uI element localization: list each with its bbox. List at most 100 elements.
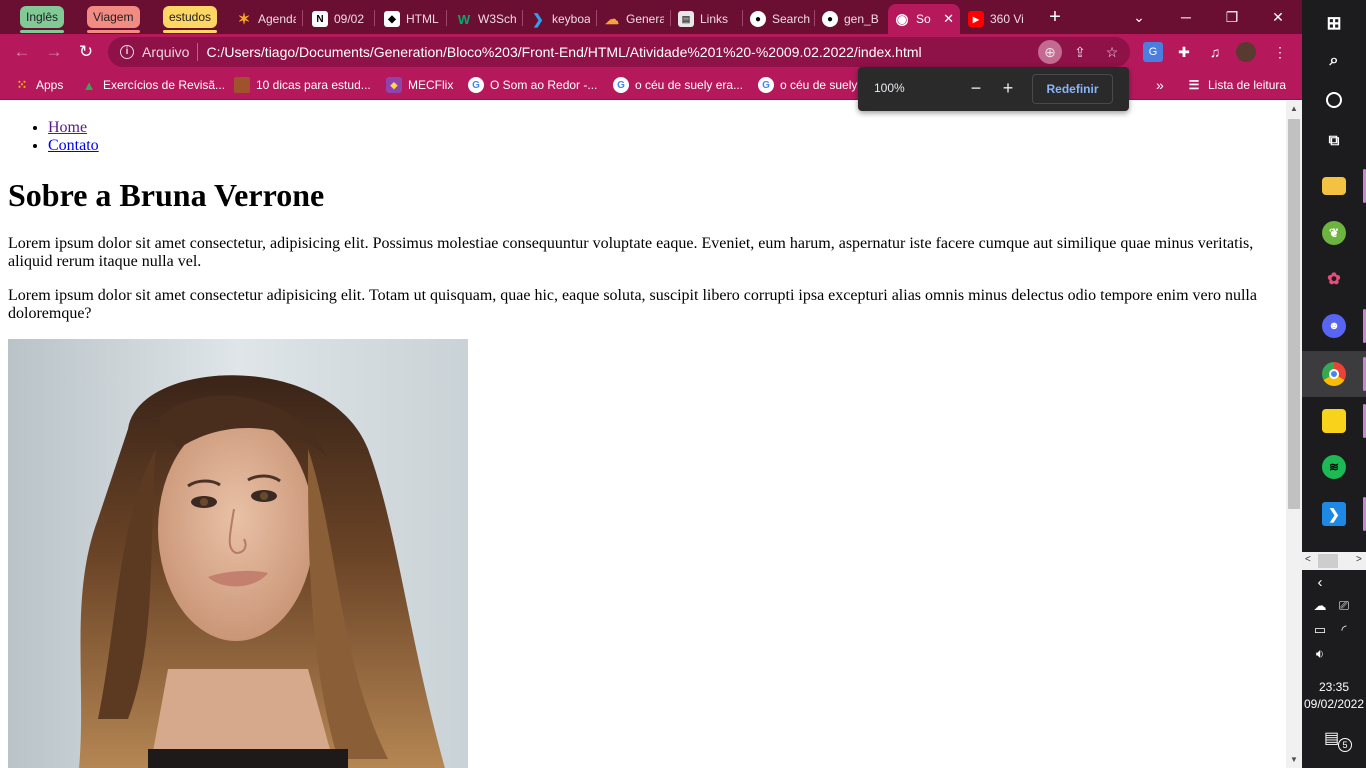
battery-icon[interactable]: ▭ [1310,622,1330,640]
taskbar-database-app[interactable]: ✿ [1302,256,1366,302]
tab-links[interactable]: ▤ Links [672,4,744,34]
bookmarks-overflow-chevron-icon[interactable]: » [1156,76,1164,94]
share-icon[interactable]: ⇪ [1068,40,1092,64]
scroll-down-arrow-icon[interactable]: ▼ [1286,752,1302,768]
notification-icon: ▤ [1324,730,1340,747]
zoom-out-button[interactable]: − [965,77,987,99]
taskbar-chrome[interactable] [1302,351,1366,397]
remote-display-icon[interactable]: ⎚ [1334,598,1354,616]
zoom-reset-button[interactable]: Redefinir [1032,74,1113,104]
back-button[interactable]: ← [10,40,34,64]
tab-search-chevron-icon[interactable]: ⌄ [1116,0,1162,34]
scroll-thumb[interactable] [1288,119,1300,509]
show-hidden-icons-chevron-icon[interactable]: ‹ [1310,574,1330,592]
scroll-right-arrow-icon[interactable]: > [1356,554,1362,565]
translate-extension-icon[interactable]: G [1143,42,1163,62]
dark-logo-icon: ◆ [384,11,400,27]
minimize-button[interactable]: ─ [1163,0,1209,34]
bookmark-exercicios[interactable]: ▲ Exercícios de Revisã... [81,76,225,94]
scroll-left-arrow-icon[interactable]: < [1305,554,1311,565]
taskbar-sticky-notes[interactable] [1302,398,1366,444]
page-scrollbar[interactable]: ▲ ▼ [1286,101,1302,768]
document-icon: ▤ [678,11,694,27]
vscode-icon: ❯ [1322,502,1346,526]
page-heading: Sobre a Bruna Verrone [8,177,325,213]
nav-item-contato: Contato [48,137,99,155]
extensions-puzzle-icon[interactable]: ✚ [1174,42,1194,62]
url-text[interactable]: C:/Users/tiago/Documents/Generation/Bloc… [206,44,921,60]
site-info-icon[interactable]: i [120,45,134,59]
bookmark-dicas[interactable]: 10 dicas para estud... [234,76,371,94]
bookmark-som-ao-redor[interactable]: G O Som ao Redor -... [468,76,597,94]
tab-group-ingles[interactable]: Inglês [20,6,64,28]
nav-link-home[interactable]: Home [48,119,87,136]
tab-agenda[interactable]: ✶ Agenda [230,4,302,34]
nav-link-contato[interactable]: Contato [48,137,99,154]
task-view-button[interactable]: ⧉ [1302,117,1366,163]
tab-keyboard[interactable]: ❯ keyboard [524,4,596,34]
tab-w3schools[interactable]: W W3Schools [450,4,522,34]
spotify-icon: ≋ [1322,455,1346,479]
zoom-in-button[interactable]: + [997,77,1019,99]
restore-button[interactable]: ❐ [1209,0,1255,34]
zoom-popup: 100% − + Redefinir [858,67,1129,111]
tab-github-gen[interactable]: ● gen_B [816,4,888,34]
tab-separator [302,10,303,26]
profile-avatar[interactable] [1236,42,1256,62]
reading-list-icon: ☰ [1188,78,1200,92]
scheme-label: Arquivo [142,44,190,60]
wifi-icon[interactable]: ◜ [1334,622,1354,640]
tab-generation[interactable]: ☁ Generation [598,4,670,34]
browser-window: Inglês Viagem estudos ✶ Agenda N 09/02 ◆… [0,0,1302,768]
youtube-icon: ▶ [968,11,984,27]
volume-icon[interactable]: 🔉︎ [1310,646,1330,664]
dolphin-icon: ✿ [1327,271,1341,288]
tab-html[interactable]: ◆ HTML [378,4,450,34]
bookmark-apps[interactable]: ⁙ Apps [14,76,64,94]
tab-separator [596,10,597,26]
search-icon: ⌕ [1329,52,1339,69]
tab-notion[interactable]: N 09/02 [306,4,378,34]
notification-center-button[interactable]: ▤ 5 [1324,728,1352,752]
close-window-button[interactable]: ✕ [1255,0,1301,34]
reading-list-button[interactable]: ☰ Lista de leitura [1186,76,1286,94]
bookmark-mecflix[interactable]: ◆ MECFlix [386,76,453,94]
scroll-up-arrow-icon[interactable]: ▲ [1286,101,1302,117]
tab-separator [742,10,743,26]
drive-icon: ▲ [82,77,96,93]
tab-separator [814,10,815,26]
omnibox-divider [197,43,199,61]
taskbar-spotify[interactable]: ≋ [1302,444,1366,490]
taskbar-spring-app[interactable]: ❦ [1302,210,1366,256]
close-tab-icon[interactable]: ✕ [943,11,954,27]
bookmark-ceu-de-suely-2[interactable]: G o céu de suely [758,76,857,94]
forward-button[interactable]: → [42,40,66,64]
tab-group-viagem[interactable]: Viagem [87,6,140,28]
tab-active-page[interactable]: ◉ So ✕ [888,4,960,34]
taskbar-discord[interactable]: ☻ [1302,303,1366,349]
bookmark-star-icon[interactable]: ☆ [1100,40,1124,64]
clock-time[interactable]: 23:35 [1302,680,1366,694]
onedrive-cloud-icon[interactable]: ☁ [1310,598,1330,616]
google-icon: G [758,77,774,93]
clock-date[interactable]: 09/02/2022 [1302,697,1366,711]
menu-kebab-icon[interactable]: ⋮ [1270,42,1290,62]
nav-item-home: Home [48,119,99,137]
taskbar-scroll-thumb[interactable] [1318,554,1338,568]
tab-youtube[interactable]: ▶ 360 Vi [962,4,1034,34]
reload-button[interactable]: ↻ [74,40,98,64]
zoom-icon[interactable]: ⊕ [1038,40,1062,64]
taskbar-vscode[interactable]: ❯ [1302,491,1366,537]
sticky-note-icon [1322,409,1346,433]
globe-icon: ◉ [895,11,909,28]
intro-paragraph: Lorem ipsum dolor sit amet consectetur, … [8,235,1254,270]
leaf-icon: ❦ [1322,221,1346,245]
tab-group-estudos[interactable]: estudos [163,6,217,28]
new-tab-button[interactable]: + [1044,6,1066,28]
address-bar[interactable]: i Arquivo C:/Users/tiago/Documents/Gener… [108,37,1130,67]
bookmark-ceu-de-suely-1[interactable]: G o céu de suely era... [613,76,743,94]
media-control-icon[interactable]: ♫ [1205,42,1225,62]
taskbar-scrollbar[interactable]: < > [1302,552,1366,570]
tab-github-search[interactable]: ● Search [744,4,816,34]
taskbar-file-explorer[interactable] [1302,163,1366,209]
